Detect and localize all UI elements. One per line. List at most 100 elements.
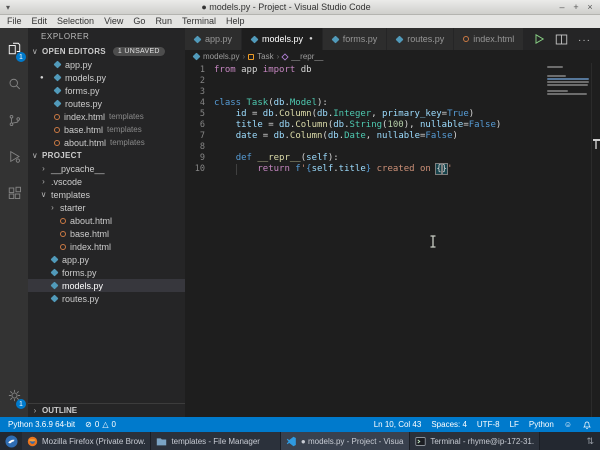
status-bar: Python 3.6.9 64-bit ⊘ 0 △ 0 Ln 10, Col 4…	[0, 417, 600, 432]
open-editor-models.py[interactable]: ●models.py	[28, 71, 185, 84]
code-editor[interactable]: 1from app import db234class Task(db.Mode…	[185, 63, 600, 417]
breadcrumb-models.py[interactable]: models.py	[193, 52, 239, 61]
status-feedback[interactable]: ☺	[564, 420, 572, 429]
menu-file[interactable]: File	[2, 15, 27, 28]
token: =	[263, 120, 279, 130]
open-editor-base.html[interactable]: base.htmltemplates	[28, 123, 185, 136]
breadcrumb-Task[interactable]: Task	[248, 52, 273, 61]
token	[214, 120, 236, 130]
activity-manage[interactable]: 1	[0, 377, 28, 413]
code-line-1: 1from app import db	[185, 65, 600, 76]
tab-forms.py[interactable]: forms.py	[323, 28, 388, 50]
code-text: date = db.Column(db.Date, nullable=False…	[214, 131, 458, 142]
applications-menu-button[interactable]	[0, 432, 22, 450]
taskbar-file-manager[interactable]: templates - File Manager	[151, 432, 280, 450]
tree-item-app.py[interactable]: app.py	[28, 253, 185, 266]
tab-routes.py[interactable]: routes.py	[387, 28, 454, 50]
tree-item-__pycache__[interactable]: ›__pycache__	[28, 162, 185, 175]
outline-header[interactable]: › OUTLINE	[28, 403, 185, 417]
status-indentation[interactable]: Spaces: 4	[431, 420, 467, 429]
status-encoding[interactable]: UTF-8	[477, 420, 500, 429]
editor-actions: ···	[533, 28, 600, 50]
activity-search[interactable]	[0, 66, 28, 102]
tree-item-about.html[interactable]: about.html	[28, 214, 185, 227]
menu-bar: FileEditSelectionViewGoRunTerminalHelp	[0, 15, 600, 28]
tree-item-templates[interactable]: ∨templates	[28, 188, 185, 201]
menu-help[interactable]: Help	[221, 15, 250, 28]
chevron-down-icon: ∨	[31, 47, 39, 56]
status-label: UTF-8	[477, 420, 500, 429]
minimize-button[interactable]: –	[556, 1, 568, 14]
python-interpreter[interactable]: Python 3.6.9 64-bit	[8, 420, 75, 429]
open-editor-routes.py[interactable]: routes.py	[28, 97, 185, 110]
tree-item-forms.py[interactable]: forms.py	[28, 266, 185, 279]
open-editors-header[interactable]: ∨ OPEN EDITORS 1 UNSAVED	[28, 45, 185, 58]
run-button[interactable]	[533, 33, 545, 45]
line-number: 7	[185, 131, 205, 142]
tab-app.py[interactable]: app.py	[185, 28, 242, 50]
editor-scrollbar[interactable]	[591, 63, 600, 417]
tab-models.py[interactable]: models.py●	[242, 28, 323, 50]
status-label: LF	[510, 420, 519, 429]
open-editor-index.html[interactable]: index.htmltemplates	[28, 110, 185, 123]
taskbar-firefox[interactable]: Mozilla Firefox (Private Brow...	[22, 432, 151, 450]
tree-item-index.html[interactable]: index.html	[28, 240, 185, 253]
tree-item-starter[interactable]: ›starter	[28, 201, 185, 214]
token: id	[236, 109, 247, 119]
activity-source-control[interactable]	[0, 102, 28, 138]
close-button[interactable]: ×	[584, 1, 596, 14]
menu-run[interactable]: Run	[150, 15, 177, 28]
tree-item-routes.py[interactable]: routes.py	[28, 292, 185, 305]
status-notifications[interactable]	[582, 420, 592, 430]
more-actions-button[interactable]: ···	[578, 30, 591, 48]
token: self	[306, 153, 328, 163]
split-editor-button[interactable]	[554, 32, 569, 47]
window-menu-arrow-icon[interactable]: ▾	[0, 3, 16, 12]
menu-view[interactable]: View	[99, 15, 128, 28]
breadcrumb-__repr__[interactable]: __repr__	[282, 52, 323, 61]
activity-explorer[interactable]: 1	[0, 30, 28, 66]
token: Column	[295, 120, 328, 130]
file-name: .vscode	[51, 177, 82, 187]
tree-item-.vscode[interactable]: ›.vscode	[28, 175, 185, 188]
minimap[interactable]	[547, 66, 589, 96]
token: Column	[290, 131, 323, 141]
minimap-line	[547, 78, 589, 80]
py-file-icon	[54, 87, 62, 95]
menu-terminal[interactable]: Terminal	[177, 15, 221, 28]
menu-selection[interactable]: Selection	[52, 15, 99, 28]
file-name: app.py	[65, 60, 92, 70]
menu-go[interactable]: Go	[128, 15, 150, 28]
taskbar-terminal[interactable]: Terminal - rhyme@ip-172-31...	[410, 432, 539, 450]
activity-extensions[interactable]	[0, 174, 28, 210]
status-language-mode[interactable]: Python	[529, 420, 554, 429]
maximize-button[interactable]: +	[570, 1, 582, 14]
menu-edit[interactable]: Edit	[27, 15, 53, 28]
open-editor-forms.py[interactable]: forms.py	[28, 84, 185, 97]
activity-badge: 1	[16, 399, 26, 409]
line-number: 3	[185, 87, 205, 98]
py-file-icon	[331, 35, 339, 43]
token: from	[214, 65, 236, 75]
project-header[interactable]: ∨ PROJECT	[28, 149, 185, 162]
status-eol[interactable]: LF	[510, 420, 519, 429]
activity-run-debug[interactable]	[0, 138, 28, 174]
code-line-8: 8	[185, 142, 600, 153]
code-line-6: 6 title = db.Column(db.String(100), null…	[185, 120, 600, 131]
open-editor-app.py[interactable]: app.py	[28, 58, 185, 71]
tab-label: forms.py	[343, 34, 378, 44]
status-cursor-position[interactable]: Ln 10, Col 43	[374, 420, 422, 429]
problems-indicator[interactable]: ⊘ 0 △ 0	[85, 420, 116, 429]
explorer-sidebar: EXPLORER ∨ OPEN EDITORS 1 UNSAVED app.py…	[28, 28, 185, 417]
input-indicator-tray-icon[interactable]: ⇅	[586, 436, 600, 447]
taskbar-vscode[interactable]: ● models.py - Project - Visua...	[281, 432, 410, 450]
tree-item-base.html[interactable]: base.html	[28, 227, 185, 240]
project-tree: ›__pycache__›.vscode∨templates›starterab…	[28, 162, 185, 305]
tab-bar: app.py models.py● forms.py routes.pyindex.h…	[185, 28, 600, 50]
tab-index.html[interactable]: index.html	[454, 28, 524, 50]
open-editor-about.html[interactable]: about.htmltemplates	[28, 136, 185, 149]
tab-label: app.py	[205, 34, 232, 44]
tree-item-models.py[interactable]: models.py	[28, 279, 185, 292]
token: {	[436, 164, 441, 174]
py-file-icon	[51, 269, 59, 277]
